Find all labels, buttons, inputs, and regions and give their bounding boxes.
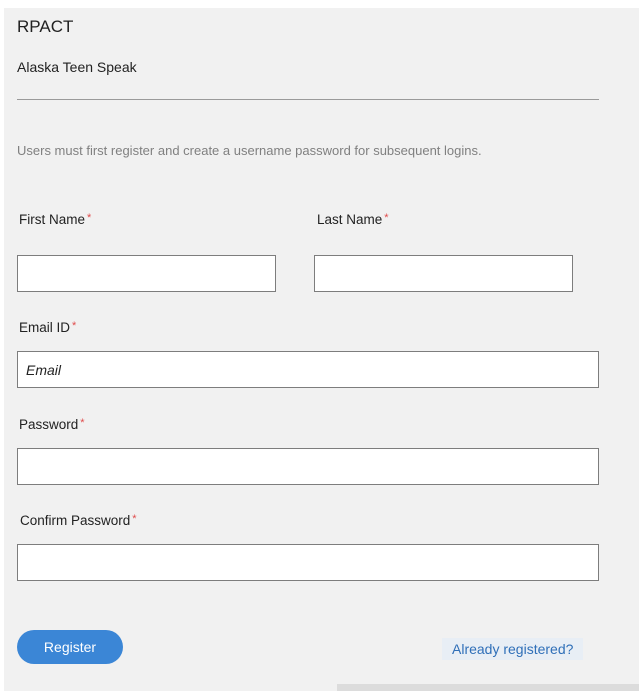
first-name-input[interactable] xyxy=(17,255,276,292)
app-title: RPACT xyxy=(17,17,74,36)
last-name-label-text: Last Name xyxy=(317,212,383,227)
required-marker: * xyxy=(72,320,77,332)
confirm-password-label-text: Confirm Password xyxy=(20,513,131,528)
email-input[interactable] xyxy=(17,351,599,388)
last-name-input[interactable] xyxy=(314,255,573,292)
first-name-label-text: First Name xyxy=(19,212,86,227)
password-input[interactable] xyxy=(17,448,599,485)
email-label: Email ID * xyxy=(19,320,76,335)
email-label-text: Email ID xyxy=(19,320,71,335)
header-divider xyxy=(17,99,599,100)
confirm-password-label: Confirm Password * xyxy=(20,513,137,528)
first-name-label: First Name * xyxy=(19,212,91,227)
registration-panel: RPACT Alaska Teen Speak Users must first… xyxy=(4,8,639,691)
required-marker: * xyxy=(132,513,137,525)
required-marker: * xyxy=(87,212,92,224)
already-registered-link[interactable]: Already registered? xyxy=(442,638,584,660)
required-marker: * xyxy=(80,417,85,429)
register-button[interactable]: Register xyxy=(17,630,123,664)
registration-instructions: Users must first register and create a u… xyxy=(17,143,482,158)
last-name-label: Last Name * xyxy=(317,212,389,227)
password-label: Password * xyxy=(19,417,85,432)
confirm-password-input[interactable] xyxy=(17,544,599,581)
org-name: Alaska Teen Speak xyxy=(17,59,137,75)
password-label-text: Password xyxy=(19,417,79,432)
required-marker: * xyxy=(384,212,389,224)
bottom-scroll-strip xyxy=(337,684,639,691)
